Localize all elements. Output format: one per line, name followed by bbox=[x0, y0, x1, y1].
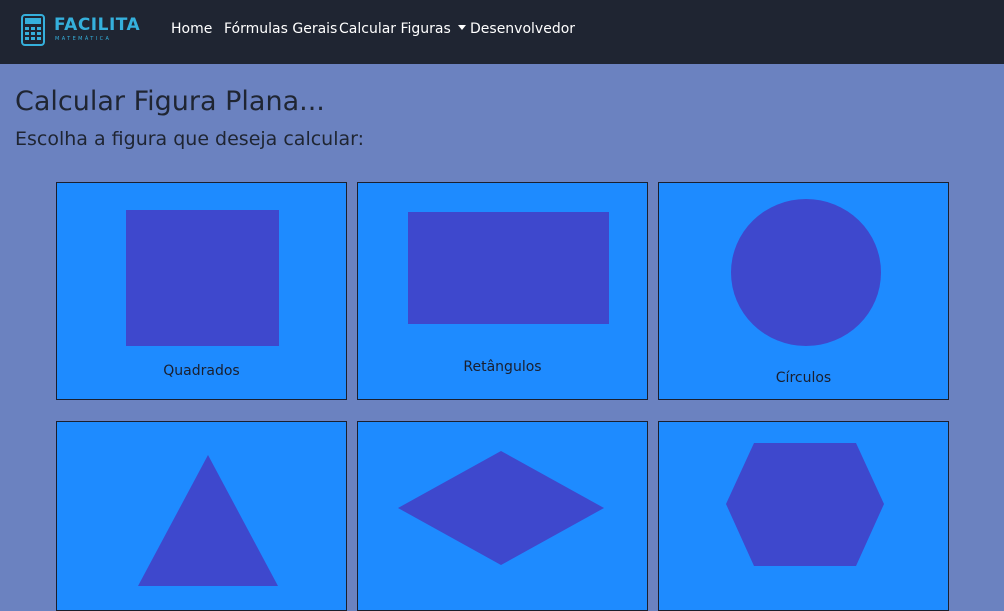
nav-calcular-figuras[interactable]: Calcular Figuras bbox=[339, 21, 466, 37]
card-label: Retângulos bbox=[463, 359, 542, 375]
square-icon bbox=[126, 210, 279, 346]
nav-desenvolvedor[interactable]: Desenvolvedor bbox=[470, 21, 575, 37]
chevron-down-icon bbox=[457, 25, 466, 30]
nav-formulas-gerais[interactable]: Fórmulas Gerais bbox=[224, 21, 337, 37]
brand-title: FACILITA bbox=[54, 15, 141, 35]
nav-calcular-figuras-label: Calcular Figuras bbox=[339, 21, 451, 37]
calculator-icon bbox=[21, 14, 45, 46]
rhombus-icon bbox=[398, 451, 604, 565]
card-circulos[interactable]: Círculos bbox=[658, 182, 949, 400]
card-quadrados[interactable]: Quadrados bbox=[56, 182, 347, 400]
brand-subtitle: MATEMÁTICA bbox=[55, 36, 112, 42]
rectangle-icon bbox=[408, 212, 609, 324]
hexagon-icon bbox=[726, 443, 884, 566]
page-title: Calcular Figura Plana... bbox=[15, 86, 325, 117]
card-label: Quadrados bbox=[163, 363, 240, 379]
card-losangos[interactable] bbox=[357, 421, 648, 611]
brand-logo[interactable]: FACILITA MATEMÁTICA bbox=[21, 14, 143, 46]
page-subtitle: Escolha a figura que deseja calcular: bbox=[15, 128, 365, 150]
navbar: FACILITA MATEMÁTICA Home Fórmulas Gerais… bbox=[0, 0, 1004, 64]
card-label: Círculos bbox=[775, 370, 832, 386]
card-triangulos[interactable] bbox=[56, 421, 347, 611]
nav-home[interactable]: Home bbox=[171, 21, 212, 37]
card-poligonos[interactable] bbox=[658, 421, 949, 611]
card-retangulos[interactable]: Retângulos bbox=[357, 182, 648, 400]
circle-icon bbox=[731, 199, 881, 346]
triangle-icon bbox=[138, 455, 278, 586]
